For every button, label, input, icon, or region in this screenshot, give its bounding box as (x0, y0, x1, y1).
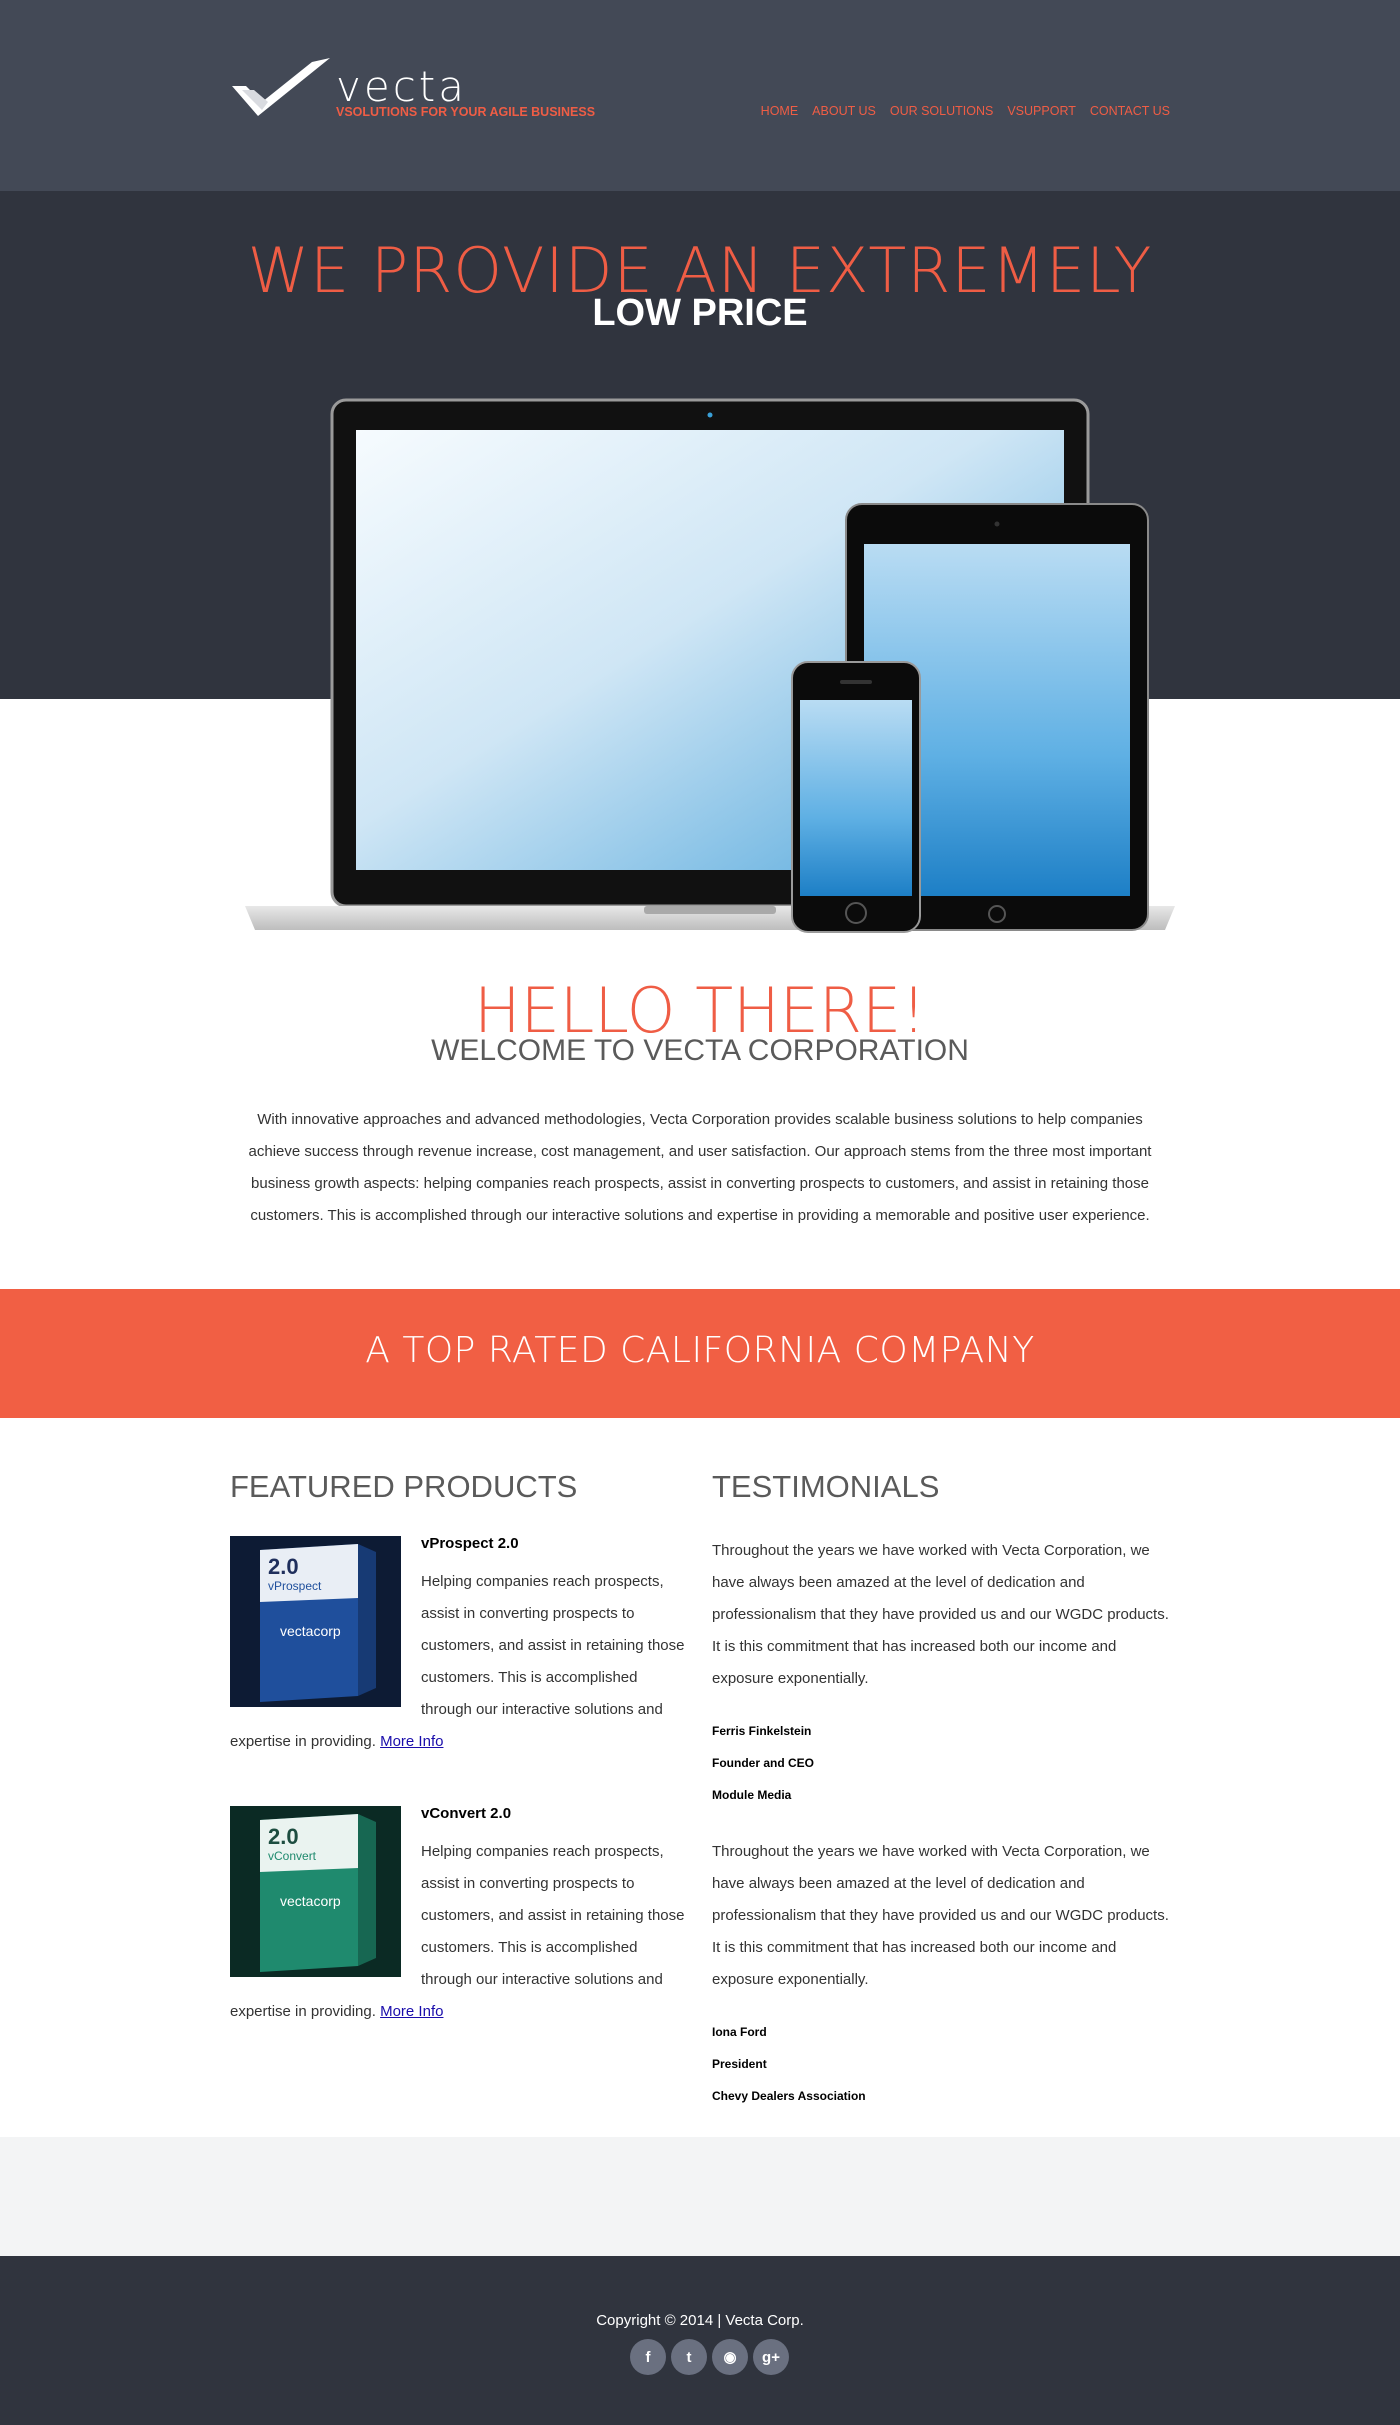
testimonial-item: Throughout the years we have worked with… (712, 1535, 1172, 1811)
product-item: 2.0 vConvert vectacorp vConvert 2.0 Help… (230, 1806, 690, 2028)
welcome-heading: WELCOME TO VECTA CORPORATION (431, 1034, 969, 1067)
testimonial-author: Ferris Finkelstein Founder and CEO Modul… (712, 1715, 1172, 1811)
box-product-name: vProspect (268, 1579, 322, 1593)
devices-illustration (245, 398, 1175, 933)
testimonials-heading: TESTIMONIALS (712, 1469, 940, 1504)
nav-our-solutions[interactable]: OUR SOLUTIONS (890, 104, 994, 118)
banner-text: A TOP RATED CALIFORNIA COMPANY (365, 1330, 1035, 1371)
box-brand: vectacorp (280, 1623, 341, 1639)
google-plus-icon[interactable]: g+ (753, 2339, 789, 2375)
box-product-name: vConvert (268, 1849, 317, 1863)
logo-tagline: VSOLUTIONS FOR YOUR AGILE BUSINESS (336, 105, 596, 119)
facebook-icon[interactable]: f (630, 2339, 666, 2375)
nav-about-us[interactable]: ABOUT US (812, 104, 876, 118)
author-company: Chevy Dealers Association (712, 2089, 866, 2103)
testimonial-author: Iona Ford President Chevy Dealers Associ… (712, 2016, 1172, 2112)
social-links: f t ◉ g+ (630, 2339, 789, 2375)
nav-vsupport[interactable]: VSUPPORT (1007, 104, 1076, 118)
author-name: Ferris Finkelstein (712, 1724, 812, 1738)
product-item: 2.0 vProspect vectacorp vProspect 2.0 He… (230, 1536, 690, 1758)
main-nav: HOME ABOUT US OUR SOLUTIONS VSUPPORT CON… (761, 104, 1170, 118)
more-info-link[interactable]: More Info (380, 1733, 443, 1750)
intro-paragraph: With innovative approaches and advanced … (248, 1111, 1152, 1224)
nav-contact-us[interactable]: CONTACT US (1090, 104, 1170, 118)
author-company: Module Media (712, 1788, 792, 1802)
hero-subheadline: LOW PRICE (592, 292, 808, 334)
featured-products-heading: FEATURED PRODUCTS (230, 1469, 578, 1504)
logo[interactable]: vecta VSOLUTIONS FOR YOUR AGILE BUSINESS (232, 58, 596, 124)
pre-footer (0, 2137, 1400, 2256)
author-role: President (712, 2057, 767, 2071)
vprospect-box-image[interactable]: 2.0 vProspect vectacorp (230, 1536, 401, 1707)
phone (791, 661, 921, 933)
rss-icon[interactable]: ◉ (712, 2339, 748, 2375)
copyright-text: Copyright © 2014 | Vecta Corp. (596, 2312, 804, 2329)
nav-home[interactable]: HOME (761, 104, 799, 118)
more-info-link[interactable]: More Info (380, 2003, 443, 2020)
site-header (0, 0, 1400, 191)
box-version: 2.0 (268, 1824, 299, 1849)
twitter-icon[interactable]: t (671, 2339, 707, 2375)
logo-wordmark: vecta (336, 62, 467, 111)
author-name: Iona Ford (712, 2025, 767, 2039)
box-brand: vectacorp (280, 1893, 341, 1909)
vconvert-box-image[interactable]: 2.0 vConvert vectacorp (230, 1806, 401, 1977)
box-version: 2.0 (268, 1554, 299, 1579)
testimonial-quote: Throughout the years we have worked with… (712, 1843, 1169, 1988)
testimonial-quote: Throughout the years we have worked with… (712, 1542, 1169, 1687)
author-role: Founder and CEO (712, 1756, 814, 1770)
vecta-checkmark-icon (232, 58, 330, 116)
testimonial-item: Throughout the years we have worked with… (712, 1836, 1172, 2112)
